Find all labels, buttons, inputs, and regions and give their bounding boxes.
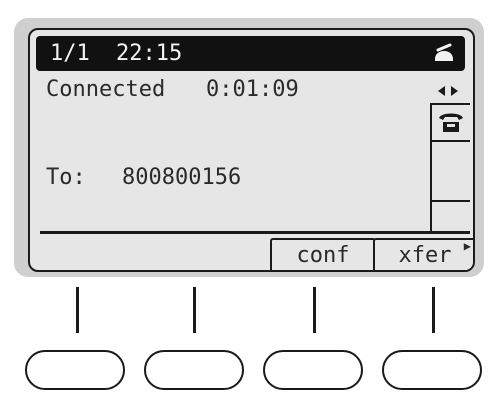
softkey-divider [40, 231, 470, 234]
softkey-button-3[interactable] [263, 350, 363, 390]
call-state: Connected [46, 77, 166, 102]
softkey-conf[interactable]: conf [270, 238, 376, 270]
button-2-stem [193, 287, 196, 333]
clock: 22:15 [116, 41, 183, 66]
softkey-button-2[interactable] [144, 350, 244, 390]
destination-number: 800800156 [122, 165, 242, 190]
softkey-1[interactable] [28, 270, 145, 272]
more-arrow-icon: ▶ [463, 239, 471, 253]
button-1-stem [76, 287, 79, 333]
line-side-panel [430, 103, 470, 233]
button-3-stem [313, 287, 316, 333]
softkey-button-1[interactable] [25, 350, 125, 390]
left-right-arrows-icon [436, 82, 460, 101]
softkey-conf-label: conf [296, 243, 350, 268]
line-count: 1/1 [50, 41, 90, 66]
call-timer: 0:01:09 [206, 77, 299, 102]
softkey-2[interactable] [152, 270, 267, 272]
phone-icon [437, 109, 465, 139]
button-4-stem [432, 287, 435, 333]
status-bar: 1/1 22:15 [36, 36, 465, 71]
softkey-xfer-label: xfer [398, 243, 452, 268]
softkey-button-4[interactable] [382, 350, 482, 390]
handset-icon [433, 41, 455, 76]
lcd-screen: 1/1 22:15 Connected 0:01:09 To: 80080015… [28, 28, 475, 272]
phone-bezel: 1/1 22:15 Connected 0:01:09 To: 80080015… [14, 18, 484, 277]
softkey-xfer[interactable]: xfer ▶ [373, 238, 473, 270]
destination-label: To: [46, 165, 86, 190]
